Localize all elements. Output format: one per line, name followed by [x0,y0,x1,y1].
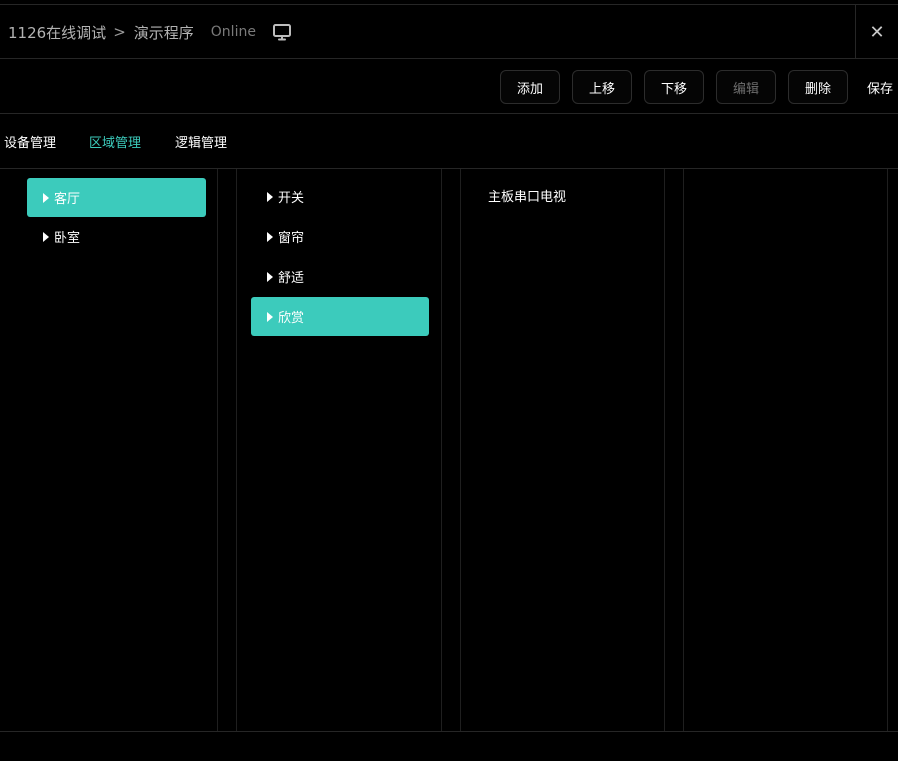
scene-item-appreciate[interactable]: 欣赏 [251,297,429,336]
breadcrumb-current: 演示程序 [133,23,194,42]
breadcrumb: 1126在线调试 > 演示程序 Online [8,5,292,59]
column-divider [683,169,684,731]
column-divider [460,169,461,731]
caret-right-icon [267,271,273,282]
caret-right-icon [43,192,49,203]
scene-label: 开关 [278,191,305,206]
app-window: 1126在线调试 > 演示程序 Online ✕ 添加 上移 下移 编辑 删除 … [0,0,898,761]
column-divider [236,169,237,731]
column-divider [664,169,665,731]
save-button[interactable]: 保存 [867,70,893,104]
room-label: 卧室 [54,231,81,246]
device-item-serial-tv[interactable]: 主板串口电视 [488,186,566,206]
breadcrumb-separator: > [113,23,126,41]
close-button[interactable]: ✕ [855,5,898,59]
scene-item-comfort[interactable]: 舒适 [251,257,429,296]
tab-bar: 设备管理 区域管理 逻辑管理 [0,114,898,169]
toolbar: 添加 上移 下移 编辑 删除 保存 [0,59,898,114]
room-item-living-room[interactable]: 客厅 [27,178,206,217]
move-down-button[interactable]: 下移 [644,70,704,104]
delete-button[interactable]: 删除 [788,70,848,104]
add-button[interactable]: 添加 [500,70,560,104]
title-bar: 1126在线调试 > 演示程序 Online ✕ [0,4,898,59]
caret-right-icon [267,311,273,322]
scene-item-switch[interactable]: 开关 [251,177,429,216]
close-icon: ✕ [869,21,885,43]
room-item-bedroom[interactable]: 卧室 [27,217,206,256]
caret-right-icon [267,191,273,202]
scene-item-curtain[interactable]: 窗帘 [251,217,429,256]
monitor-icon[interactable] [272,23,292,41]
column-divider [887,169,888,731]
tab-logic-management[interactable]: 逻辑管理 [175,114,227,168]
connection-status: Online [210,24,256,40]
scene-label: 窗帘 [278,231,305,246]
tab-area-management[interactable]: 区域管理 [89,114,141,168]
move-up-button[interactable]: 上移 [572,70,632,104]
scene-label: 欣赏 [278,311,305,326]
column-divider [217,169,218,731]
room-label: 客厅 [54,192,81,207]
breadcrumb-root[interactable]: 1126在线调试 [8,22,106,43]
bottom-divider [0,731,898,732]
scene-label: 舒适 [278,271,305,286]
tab-device-management[interactable]: 设备管理 [4,114,56,168]
caret-right-icon [43,231,49,242]
caret-right-icon [267,231,273,242]
column-divider [441,169,442,731]
edit-button[interactable]: 编辑 [716,70,776,104]
